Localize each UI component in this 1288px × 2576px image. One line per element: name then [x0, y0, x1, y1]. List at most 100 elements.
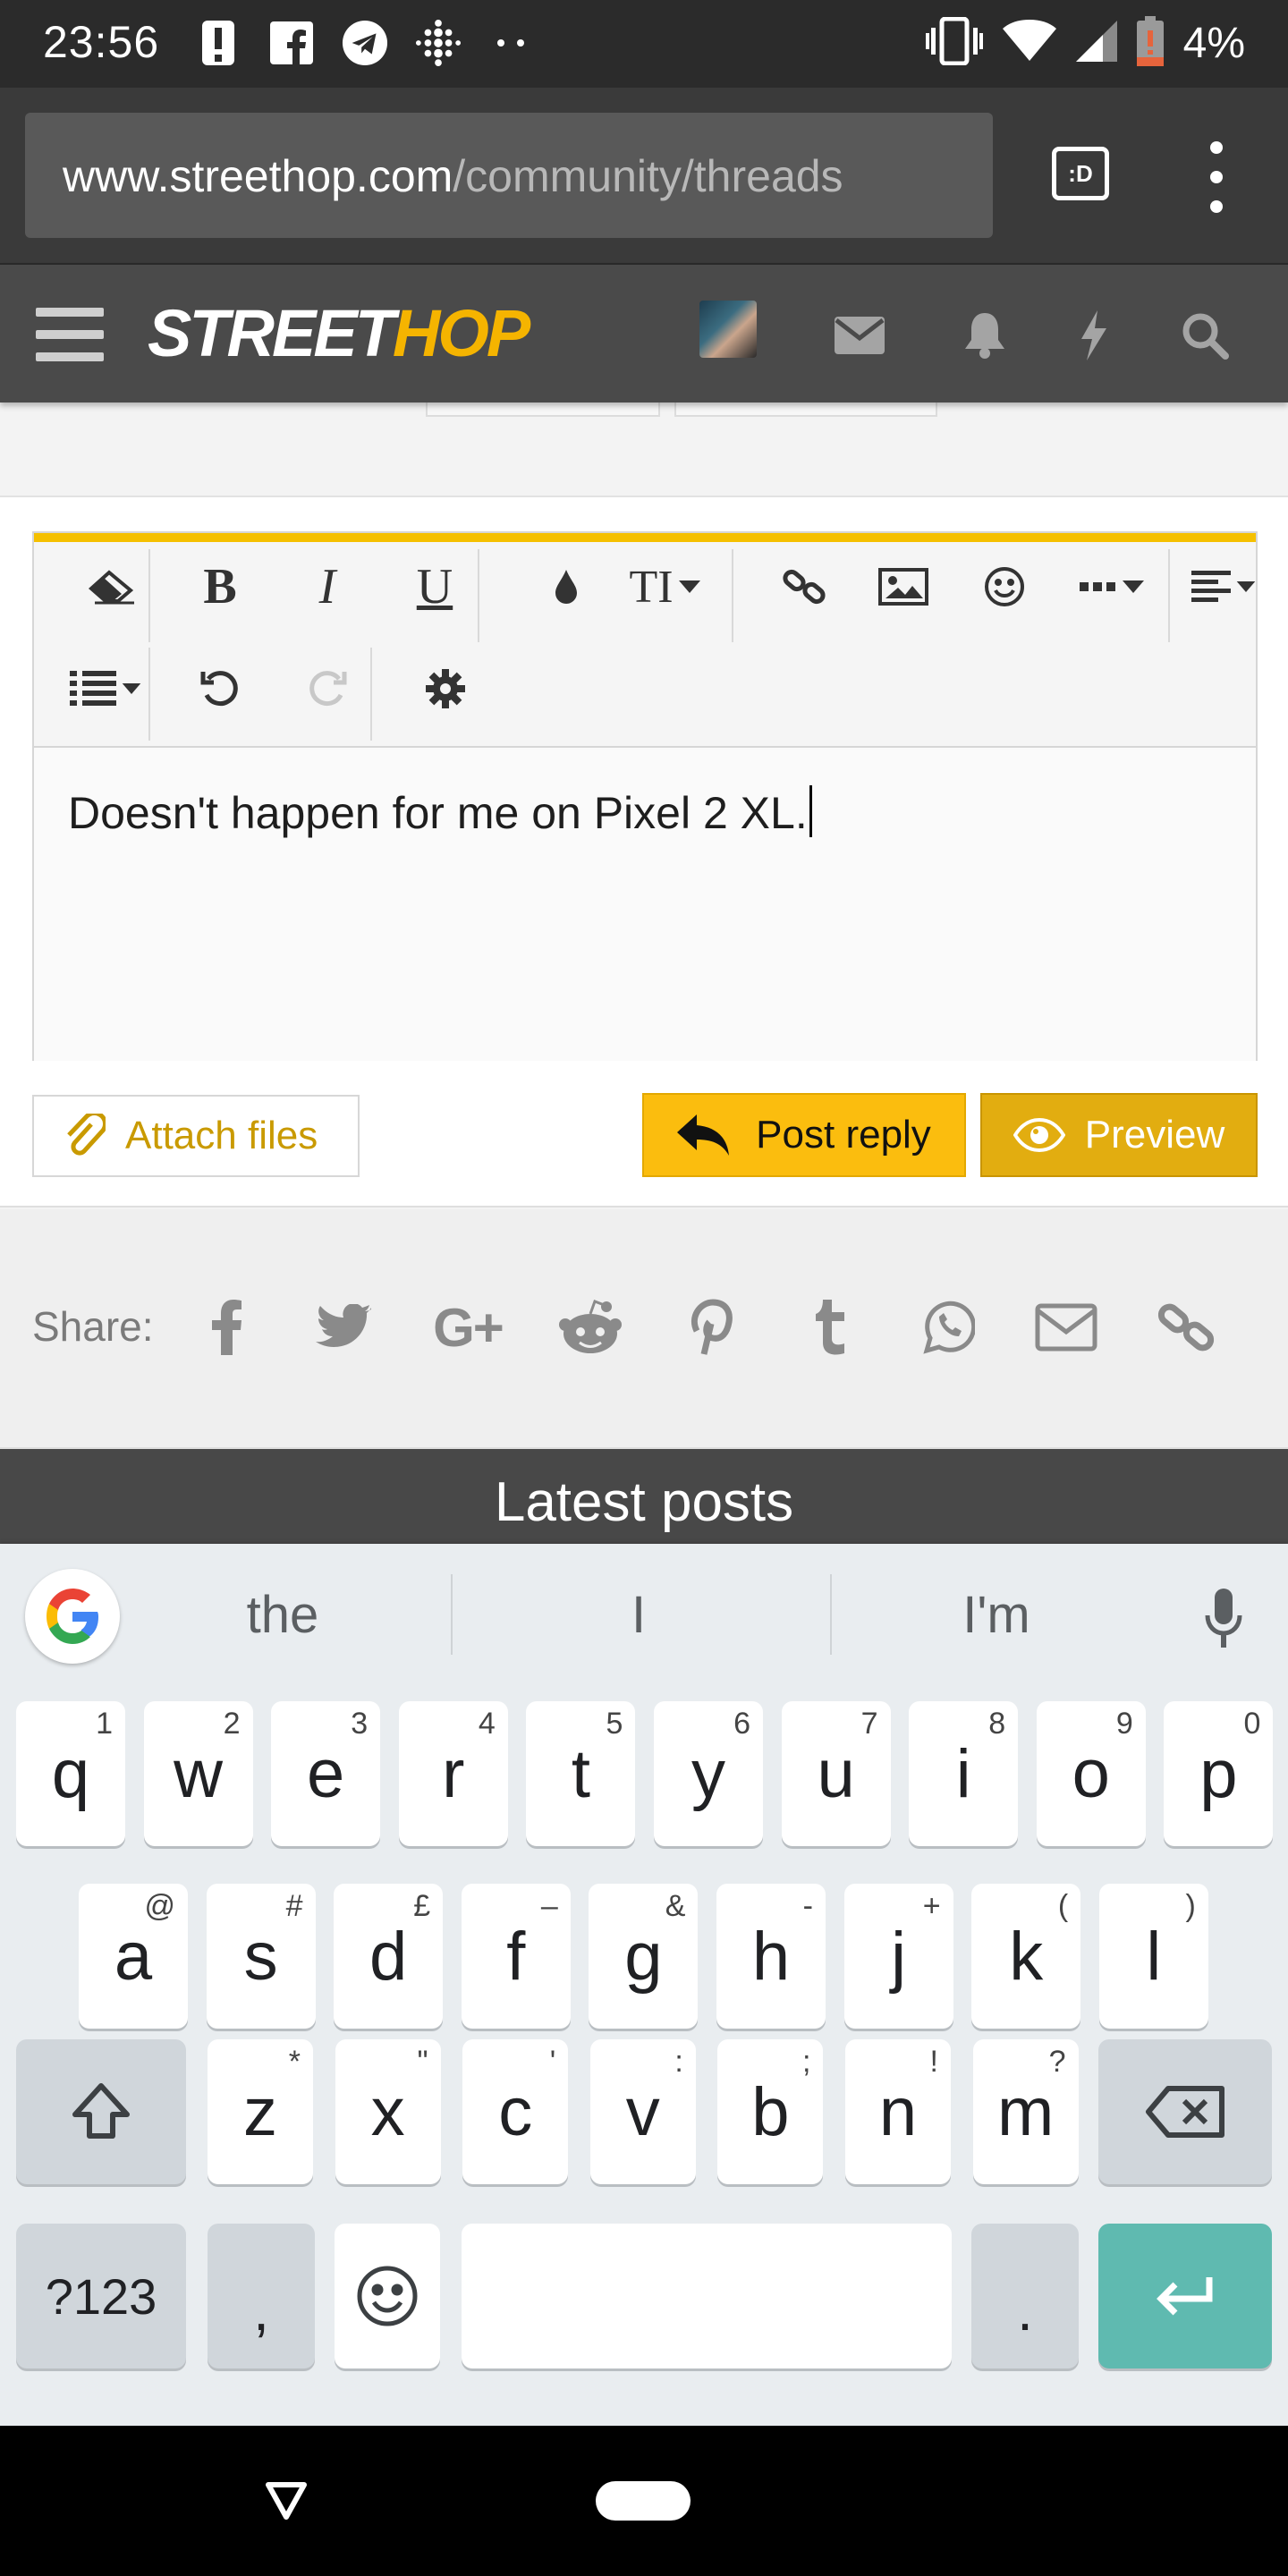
key-b[interactable]: b;	[717, 2039, 824, 2184]
google-icon[interactable]	[25, 1569, 120, 1664]
avatar[interactable]	[699, 301, 757, 358]
pinterest-icon[interactable]	[667, 1284, 753, 1370]
redo-icon[interactable]	[292, 644, 363, 733]
key-w[interactable]: w2	[143, 1701, 253, 1846]
more-dots-icon	[488, 18, 535, 68]
link-icon[interactable]	[755, 542, 853, 631]
more-icon[interactable]	[1063, 542, 1161, 631]
whatsapp-icon[interactable]	[905, 1284, 991, 1370]
email-icon[interactable]	[1023, 1284, 1109, 1370]
key-o[interactable]: o9	[1036, 1701, 1146, 1846]
browser-menu-icon[interactable]	[1199, 141, 1234, 213]
list-icon[interactable]	[52, 644, 159, 733]
key-z[interactable]: z *	[208, 2039, 313, 2184]
editor-accent-line	[34, 533, 1256, 542]
key-label: z	[243, 2073, 277, 2150]
smiley-icon[interactable]	[955, 542, 1054, 631]
twitter-icon[interactable]	[301, 1284, 386, 1370]
share-label: Share:	[32, 1303, 154, 1350]
mail-icon[interactable]	[828, 304, 891, 367]
key-hint: ?	[1048, 2045, 1066, 2079]
key-c[interactable]: c '	[462, 2039, 569, 2184]
alert-icon	[195, 18, 242, 68]
gear-icon[interactable]	[401, 644, 490, 733]
key-d[interactable]: d £	[334, 1884, 444, 2029]
battery-percent: 4%	[1182, 20, 1245, 67]
symbols-key[interactable]: ?123	[16, 2224, 186, 2368]
backspace-key[interactable]	[1098, 2039, 1272, 2184]
spacebar-key[interactable]	[462, 2224, 952, 2368]
url-field[interactable]: www.streethop.com/community/threads	[25, 113, 993, 238]
thread-nav-strip	[0, 394, 1288, 497]
facebook-icon[interactable]	[184, 1284, 270, 1370]
preview-button[interactable]: Preview	[980, 1093, 1258, 1177]
key-e[interactable]: e3	[271, 1701, 381, 1846]
key-h[interactable]: h-	[716, 1884, 826, 2029]
key-m[interactable]: m?	[972, 2039, 1079, 2184]
enter-key[interactable]	[1098, 2224, 1272, 2368]
key-x[interactable]: x "	[335, 2039, 441, 2184]
suggestion-3[interactable]: I'm	[862, 1585, 1131, 1645]
key-p[interactable]: p0	[1164, 1701, 1274, 1846]
search-icon[interactable]	[1174, 304, 1236, 367]
key-label: r	[442, 1735, 465, 1812]
url-path: /community/threads	[453, 151, 843, 201]
google-plus-icon[interactable]: G+	[419, 1284, 517, 1370]
key-r[interactable]: r4	[398, 1701, 508, 1846]
key-n[interactable]: n!	[845, 2039, 951, 2184]
site-logo[interactable]: STREETHOP	[148, 295, 530, 371]
tab-switcher-button[interactable]: :D	[1052, 147, 1109, 200]
italic-icon[interactable]: I	[292, 542, 363, 631]
menu-icon[interactable]	[36, 308, 104, 361]
back-icon[interactable]	[265, 2479, 308, 2522]
eraser-icon[interactable]	[59, 542, 166, 631]
emoji-key[interactable]	[335, 2224, 440, 2368]
key-v[interactable]: v:	[589, 2039, 696, 2184]
key-u[interactable]: u7	[781, 1701, 891, 1846]
shift-key[interactable]	[16, 2039, 186, 2184]
key-s[interactable]: s #	[206, 1884, 316, 2029]
link-icon[interactable]	[1143, 1284, 1229, 1370]
key-hint: 2	[223, 1707, 241, 1741]
key-j[interactable]: j +	[843, 1884, 953, 2029]
key-label: n	[878, 2073, 918, 2150]
key-f[interactable]: f –	[461, 1884, 571, 2029]
comma-key[interactable]: ,	[208, 2224, 315, 2368]
underline-icon[interactable]: U	[399, 542, 470, 631]
align-icon[interactable]	[1179, 542, 1268, 631]
attach-files-button[interactable]: Attach files	[32, 1095, 360, 1177]
key-label: d	[369, 1918, 408, 1995]
text-size-icon[interactable]: TI	[606, 542, 723, 631]
key-i[interactable]: i8	[909, 1701, 1019, 1846]
reddit-icon[interactable]	[547, 1284, 633, 1370]
key-t[interactable]: t5	[526, 1701, 636, 1846]
key-label: g	[624, 1918, 663, 1995]
text-caret	[809, 785, 812, 837]
vibrate-icon	[925, 16, 983, 70]
editor-textarea[interactable]: Doesn't happen for me on Pixel 2 XL.	[34, 748, 1256, 1061]
suggestion-2[interactable]: I	[504, 1585, 773, 1645]
post-reply-button[interactable]: Post reply	[642, 1093, 966, 1177]
lightning-icon[interactable]	[1063, 304, 1125, 367]
bold-icon[interactable]: B	[184, 542, 256, 631]
home-pill-icon[interactable]	[596, 2481, 691, 2521]
key-q[interactable]: q1	[16, 1701, 125, 1846]
image-icon[interactable]	[850, 542, 957, 631]
key-label: v	[625, 2073, 660, 2150]
url-text: www.streethop.com/community/threads	[63, 150, 843, 202]
key-hint: 4	[478, 1707, 496, 1741]
undo-icon[interactable]	[184, 644, 256, 733]
key-a[interactable]: a @	[79, 1884, 188, 2029]
key-l[interactable]: l)	[1098, 1884, 1208, 2029]
color-drop-icon[interactable]	[517, 542, 615, 631]
period-key[interactable]: .	[971, 2224, 1079, 2368]
key-hint: #	[285, 1889, 303, 1923]
key-k[interactable]: k(	[971, 1884, 1081, 2029]
suggestion-1[interactable]: the	[148, 1585, 417, 1645]
key-hint: 0	[1243, 1707, 1261, 1741]
tumblr-icon[interactable]	[789, 1284, 875, 1370]
mic-icon[interactable]	[1197, 1580, 1250, 1660]
key-g[interactable]: g &	[589, 1884, 699, 2029]
bell-icon[interactable]	[953, 304, 1016, 367]
key-y[interactable]: y6	[654, 1701, 763, 1846]
